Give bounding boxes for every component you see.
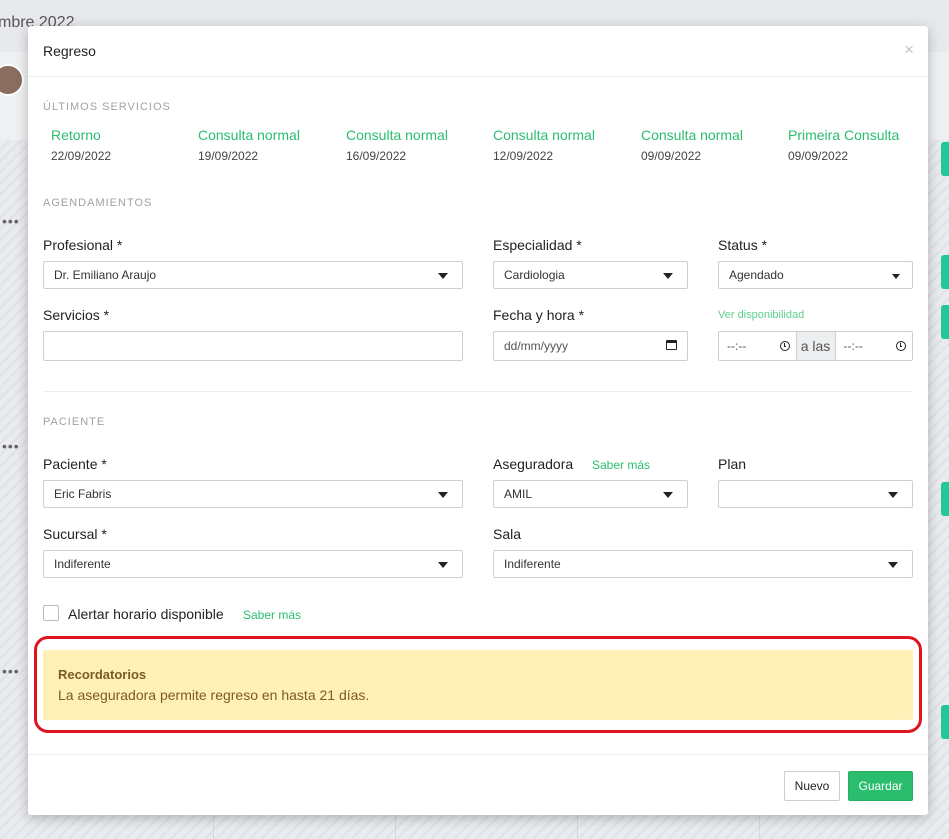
time-end-input[interactable]: --:-- (836, 332, 913, 360)
time-start-value: --:-- (727, 339, 747, 353)
service-item[interactable]: Consulta normal 19/09/2022 (198, 127, 300, 163)
status-select[interactable]: Agendado (718, 261, 913, 289)
regreso-modal: Regreso × ÚLTIMOS SERVICIOS Retorno 22/0… (28, 26, 928, 815)
modal-title: Regreso (43, 43, 96, 59)
service-item[interactable]: Consulta normal 12/09/2022 (493, 127, 595, 163)
chevron-down-icon (888, 492, 898, 498)
fecha-label: Fecha y hora * (493, 307, 585, 323)
more-dots-icon[interactable]: ••• (2, 438, 20, 454)
new-button[interactable]: Nuevo (784, 771, 840, 801)
more-dots-icon[interactable]: ••• (2, 213, 20, 229)
ver-disponibilidad-link[interactable]: Ver disponibilidad (718, 309, 804, 321)
chevron-down-icon (663, 273, 673, 279)
sucursal-value: Indiferente (54, 557, 111, 571)
especialidad-value: Cardiologia (504, 268, 565, 282)
especialidad-select[interactable]: Cardiologia (493, 261, 688, 289)
close-icon[interactable]: × (904, 40, 914, 60)
sala-select[interactable]: Indiferente (493, 550, 913, 578)
alert-available-checkbox[interactable] (43, 605, 59, 621)
clock-icon[interactable] (896, 341, 906, 351)
sucursal-label: Sucursal * (43, 526, 107, 542)
service-date: 19/09/2022 (198, 149, 259, 163)
sala-label: Sala (493, 526, 522, 542)
plan-select[interactable] (718, 480, 913, 508)
status-label: Status * (718, 237, 768, 253)
save-button[interactable]: Guardar (848, 771, 913, 801)
servicios-input[interactable] (43, 331, 463, 361)
chevron-down-icon (663, 492, 673, 498)
paciente-label: Paciente * (43, 456, 107, 472)
calendar-event[interactable] (941, 142, 949, 176)
chevron-down-icon (438, 273, 448, 279)
profesional-label: Profesional * (43, 237, 123, 253)
service-name: Consulta normal (493, 127, 595, 143)
date-placeholder: dd/mm/yyyy (504, 339, 569, 353)
patient-section-label: PACIENTE (43, 416, 106, 428)
time-range-input: --:-- a las --:-- (718, 331, 913, 361)
service-date: 12/09/2022 (493, 149, 554, 163)
alert-saber-mas-link[interactable]: Saber más (243, 608, 301, 622)
section-divider (43, 391, 913, 392)
aseguradora-select[interactable]: AMIL (493, 480, 688, 508)
calendar-event[interactable] (941, 705, 949, 739)
profesional-value: Dr. Emiliano Araujo (54, 268, 157, 282)
service-name: Consulta normal (346, 127, 448, 143)
service-item[interactable]: Consulta normal 09/09/2022 (641, 127, 743, 163)
service-date: 09/09/2022 (788, 149, 849, 163)
clock-icon[interactable] (779, 341, 790, 351)
calendar-event[interactable] (941, 255, 949, 289)
plan-label: Plan (718, 456, 747, 472)
chevron-down-icon (438, 562, 448, 568)
date-input[interactable]: dd/mm/yyyy (493, 331, 688, 361)
status-value: Agendado (729, 268, 784, 282)
alert-available-label[interactable]: Alertar horario disponible (68, 606, 224, 622)
reminder-text: La aseguradora permite regreso en hasta … (58, 687, 370, 703)
service-name: Primeira Consulta (788, 127, 900, 143)
profesional-select[interactable]: Dr. Emiliano Araujo (43, 261, 463, 289)
chevron-down-icon (438, 492, 448, 498)
service-name: Retorno (51, 127, 101, 143)
calendar-icon[interactable] (666, 340, 677, 350)
service-item[interactable]: Consulta normal 16/09/2022 (346, 127, 448, 163)
more-dots-icon[interactable]: ••• (2, 663, 20, 679)
scheduling-section-label: AGENDAMIENTOS (43, 197, 153, 209)
aseguradora-value: AMIL (504, 487, 533, 501)
aseguradora-saber-mas-link[interactable]: Saber más (592, 458, 650, 472)
time-start-input[interactable]: --:-- (719, 332, 796, 360)
especialidad-label: Especialidad * (493, 237, 582, 253)
reminder-title: Recordatorios (58, 667, 147, 682)
calendar-event[interactable] (941, 305, 949, 339)
service-date: 16/09/2022 (346, 149, 407, 163)
calendar-event[interactable] (941, 482, 949, 516)
chevron-down-icon (892, 274, 900, 279)
service-item[interactable]: Primeira Consulta 09/09/2022 (788, 127, 899, 163)
service-date: 22/09/2022 (51, 149, 112, 163)
sala-value: Indiferente (504, 557, 561, 571)
last-services-label: ÚLTIMOS SERVICIOS (43, 101, 171, 113)
service-name: Consulta normal (641, 127, 743, 143)
service-date: 09/09/2022 (641, 149, 702, 163)
paciente-select[interactable]: Eric Fabris (43, 480, 463, 508)
paciente-value: Eric Fabris (54, 487, 112, 501)
chevron-down-icon (888, 562, 898, 568)
service-name: Consulta normal (198, 127, 300, 143)
aseguradora-label: Aseguradora (493, 456, 574, 472)
reminder-alert: Recordatorios La aseguradora permite reg… (43, 650, 913, 720)
footer-divider (28, 754, 928, 755)
time-separator: a las (795, 332, 836, 360)
servicios-label: Servicios * (43, 307, 110, 323)
modal-header: Regreso × (28, 26, 928, 77)
sucursal-select[interactable]: Indiferente (43, 550, 463, 578)
service-item[interactable]: Retorno 22/09/2022 (51, 127, 111, 163)
time-end-value: --:-- (843, 339, 863, 353)
